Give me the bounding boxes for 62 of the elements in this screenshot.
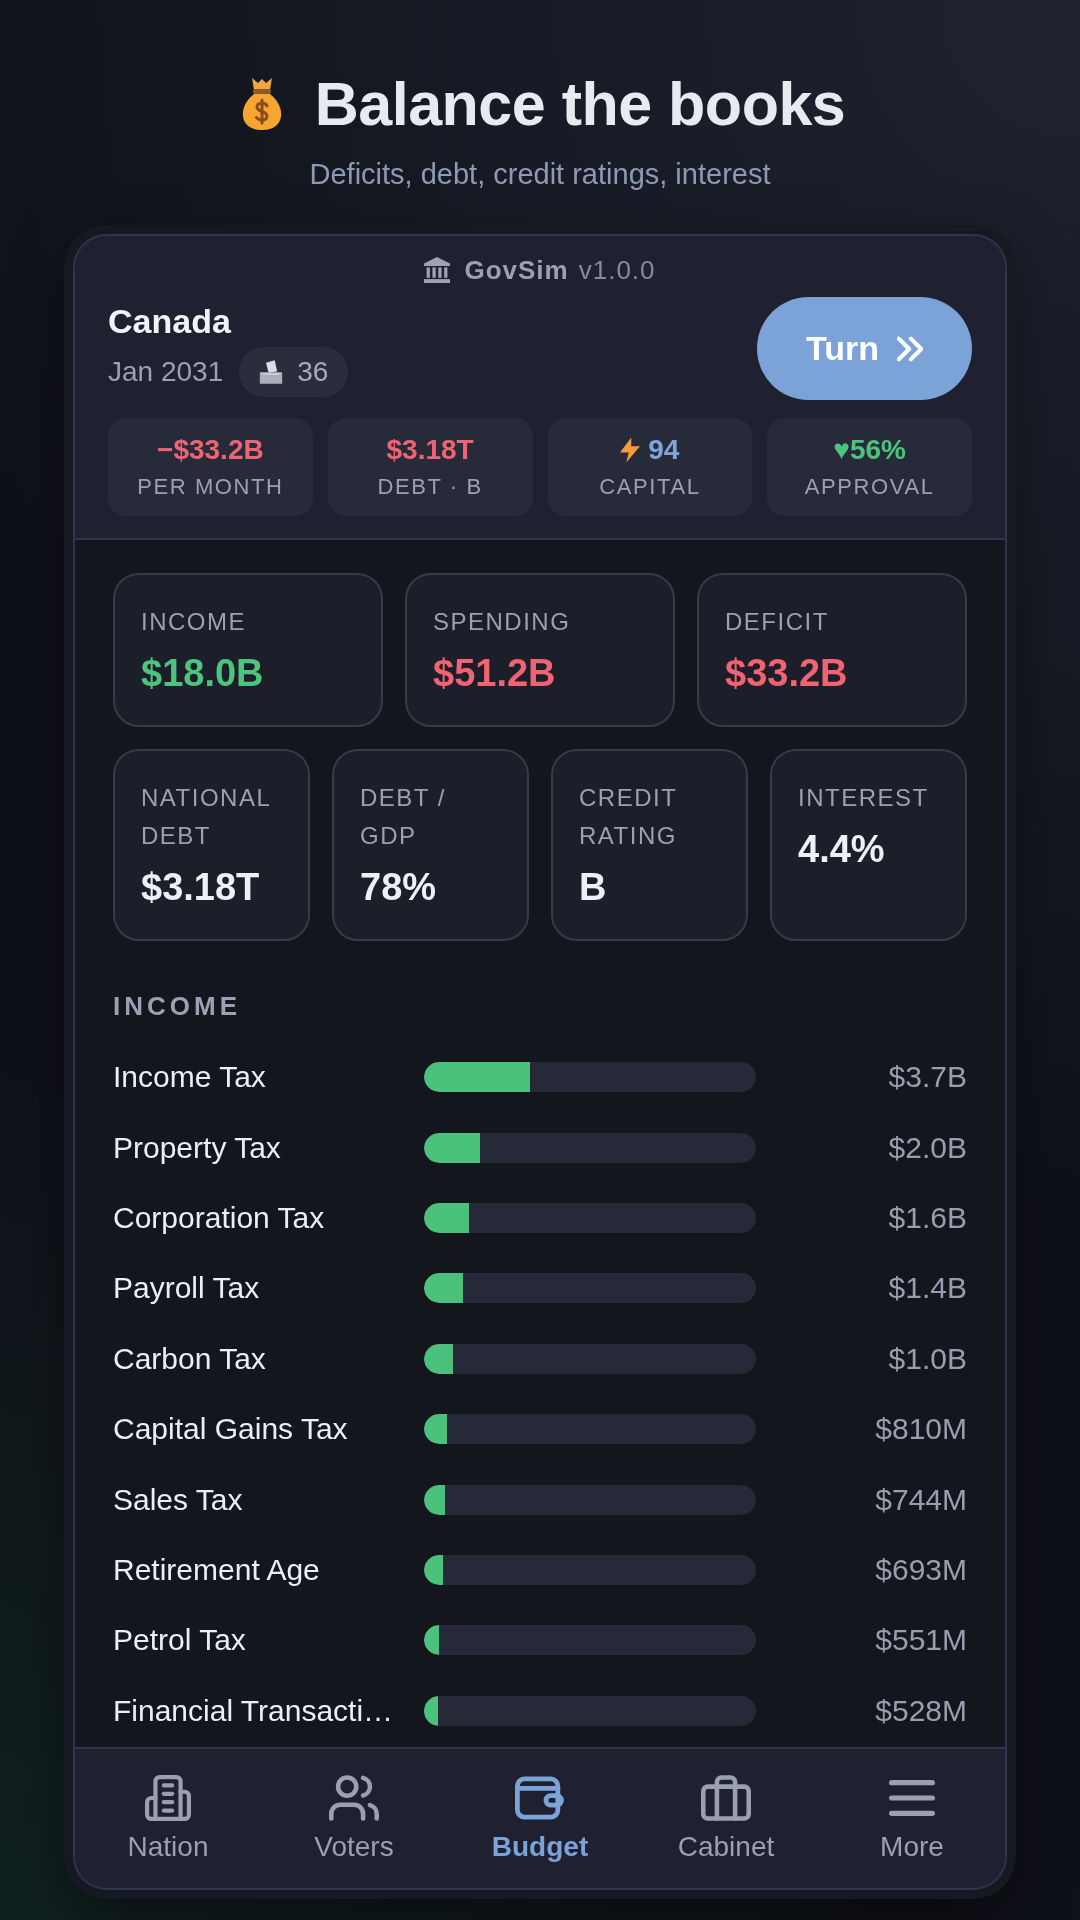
card-value: $3.18T (141, 865, 260, 909)
income-amount: $1.0B (888, 1341, 967, 1376)
stat-value: $3.18T (386, 433, 474, 467)
bank-icon (424, 257, 451, 283)
income-amount: $2.0B (888, 1130, 967, 1165)
nav-tab[interactable]: More (880, 1775, 944, 1864)
stat-value: ♥56% (833, 433, 906, 467)
counter-value: 36 (297, 356, 329, 388)
stat-label: DEBT · B (377, 473, 483, 501)
income-amount: $551M (875, 1623, 967, 1658)
income-source-label: Petrol Tax (113, 1623, 246, 1658)
section-heading: INCOME (113, 990, 241, 1022)
income-source-label: Income Tax (113, 1060, 266, 1095)
building-icon (143, 1775, 193, 1821)
stat-label: PER MONTH (137, 473, 284, 501)
card-label: SPENDING (433, 607, 571, 637)
country-name: Canada (108, 301, 231, 342)
nav-tab[interactable]: Cabinet (677, 1775, 775, 1864)
stat-label: APPROVAL (804, 473, 935, 501)
card-label: CREDIT RATING (579, 783, 678, 851)
stat-value: −$33.2B (157, 433, 264, 467)
income-amount: $744M (875, 1482, 967, 1517)
card-label: DEFICIT (725, 607, 829, 637)
card-value: $51.2B (433, 651, 556, 695)
double-chevron-icon (897, 335, 923, 362)
card-label: DEBT / GDP (360, 783, 447, 851)
card-value: $33.2B (725, 651, 848, 695)
stat-value: 94 (648, 433, 680, 467)
card-value: 4.4% (798, 827, 885, 871)
income-source-label: Capital Gains Tax (113, 1412, 348, 1447)
users-icon (329, 1775, 379, 1821)
nav-tab[interactable]: Nation (127, 1775, 209, 1864)
income-amount: $528M (875, 1693, 967, 1728)
income-amount: $1.6B (888, 1200, 967, 1235)
income-source-label: Corporation Tax (113, 1200, 325, 1235)
card-label: INTEREST (798, 783, 929, 813)
income-amount: $810M (875, 1412, 967, 1447)
game-date: Jan 2031 (108, 356, 224, 388)
app-version: v1.0.0 (578, 254, 656, 286)
nav-tab[interactable]: Voters (314, 1775, 394, 1864)
card-value: $18.0B (141, 651, 264, 695)
income-amount: $1.4B (888, 1271, 967, 1306)
wallet-icon (515, 1775, 565, 1821)
nav-tab[interactable]: Budget (491, 1775, 589, 1864)
card-value: 78% (360, 865, 437, 909)
stat-label: CAPITAL (599, 473, 701, 501)
income-amount: $3.7B (888, 1060, 967, 1095)
income-source-label: Financial Transacti… (113, 1693, 394, 1728)
menu-icon (889, 1780, 935, 1816)
app-name: GovSim (464, 254, 569, 286)
income-source-label: Sales Tax (113, 1482, 243, 1517)
income-amount: $693M (875, 1552, 967, 1587)
income-source-label: Payroll Tax (113, 1271, 260, 1306)
income-source-label: Property Tax (113, 1130, 281, 1165)
page-subtitle: Deficits, debt, credit ratings, interest (309, 157, 771, 192)
card-label: NATIONAL DEBT (141, 783, 272, 851)
income-source-label: Retirement Age (113, 1552, 320, 1587)
page-title: Balance the books (314, 72, 846, 136)
card-label: INCOME (141, 607, 246, 637)
briefcase-icon (701, 1775, 751, 1821)
card-value: B (579, 865, 607, 909)
income-source-label: Carbon Tax (113, 1341, 266, 1376)
